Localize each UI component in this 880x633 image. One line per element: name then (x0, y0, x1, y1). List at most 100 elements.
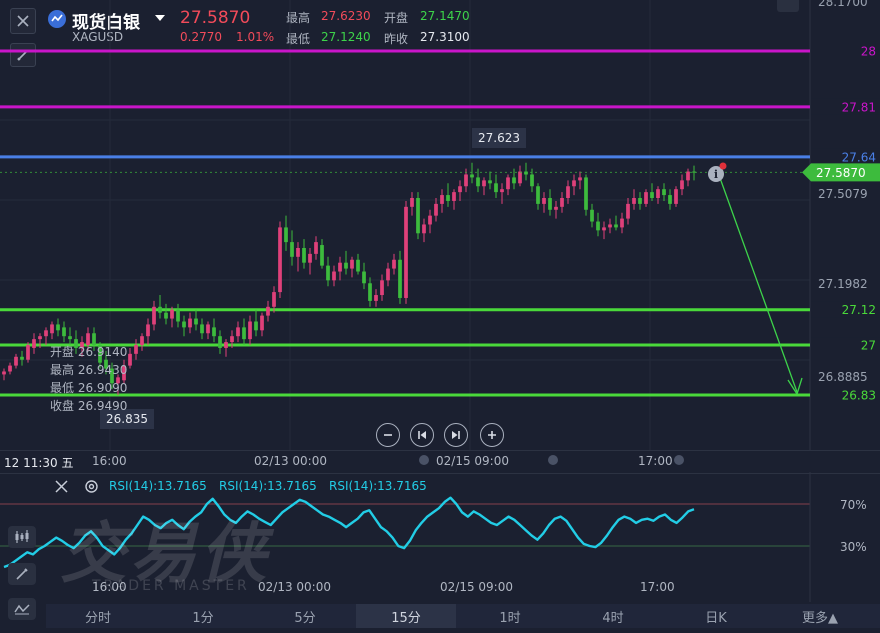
candle-body (530, 174, 534, 187)
candle-body (338, 262, 342, 272)
candle-body (602, 227, 606, 231)
candle-body (518, 171, 522, 184)
candle-body (608, 224, 612, 228)
candle-body (254, 321, 258, 331)
rsi-upper-label: 70% (840, 498, 867, 512)
candle-body (200, 324, 204, 334)
pencil-icon (16, 568, 28, 580)
candle-body (212, 327, 216, 337)
candle-body (440, 195, 444, 204)
candle-body (44, 330, 48, 337)
candle-body (158, 306, 162, 313)
price-axis-label: 28.1700 (818, 0, 868, 9)
candle-body (8, 365, 12, 372)
candle-body (128, 353, 132, 366)
current-price-tag-label: 27.5870 (816, 166, 866, 180)
candle-body (272, 292, 276, 307)
candle-body (392, 259, 396, 269)
minus-icon (384, 434, 392, 436)
candle-body (218, 336, 222, 348)
scroll-end-button[interactable] (444, 423, 468, 447)
price-axis-label: 27.5079 (818, 187, 868, 201)
rsi-close-button[interactable] (52, 477, 70, 495)
candle-body (500, 189, 504, 193)
candle-body (314, 242, 318, 254)
timeframe-tab[interactable]: 5分 (255, 604, 355, 628)
candle-body (182, 321, 186, 328)
candle-body (296, 247, 300, 257)
timeframe-tab[interactable]: 更多▲ (770, 604, 870, 628)
plus-icon (488, 431, 496, 439)
timeframe-tab[interactable]: 15分 (356, 604, 456, 628)
candle-body (560, 198, 564, 207)
candle-body (536, 186, 540, 204)
candle-body (152, 306, 156, 325)
candle-body (320, 245, 324, 266)
candle-body (476, 177, 480, 187)
candle-body (290, 242, 294, 257)
candle-body (434, 203, 438, 216)
zoom-out-button[interactable] (376, 423, 400, 447)
level-tag-label: 27.81 (842, 100, 876, 114)
candle-body (284, 227, 288, 243)
rsi-lower-label: 30% (840, 540, 867, 554)
time-label: 02/15 09:00 (436, 454, 509, 468)
candle-body (32, 339, 36, 348)
settings-icon (84, 479, 98, 493)
candle-body (572, 180, 576, 187)
level-tag-label: 27.12 (842, 303, 876, 317)
candle-body (62, 327, 66, 337)
candle-body (260, 315, 264, 331)
skip-back-icon (418, 431, 426, 439)
timeframe-tab[interactable]: 分时 (48, 604, 148, 628)
time-marker-dot (548, 455, 558, 465)
rsi-label: RSI(14):13.7165 (219, 479, 317, 493)
candle-body (464, 174, 468, 187)
candle-body (446, 195, 450, 201)
ohlc-readout-row: 收盘 26.9490 (50, 398, 127, 413)
candle-body (278, 227, 282, 293)
candle-body (140, 336, 144, 346)
candle-body (242, 327, 246, 340)
draw-button[interactable] (8, 563, 36, 585)
candle-body (512, 177, 516, 184)
candle-body (326, 265, 330, 281)
candle-body (248, 321, 252, 340)
wave-icon (14, 604, 30, 615)
candle-body (38, 336, 42, 340)
candle-body (488, 180, 492, 184)
watermark-en: TRADER MASTER (92, 578, 250, 594)
timeframe-tab[interactable]: 日K (666, 604, 766, 628)
candle-body (554, 206, 558, 210)
timeframe-tab[interactable]: 1分 (153, 604, 253, 628)
candle-body (596, 221, 600, 231)
rsi-settings-button[interactable] (82, 477, 100, 495)
info-marker-glyph: i (714, 168, 718, 181)
candles-icon (15, 530, 29, 543)
candle-body (20, 356, 24, 360)
indicator-button[interactable] (8, 526, 36, 548)
ohlc-readout-row: 最高 26.9430 (50, 362, 127, 377)
zoom-in-button[interactable] (480, 423, 504, 447)
candle-body (362, 271, 366, 284)
time-label: 02/13 00:00 (254, 454, 327, 468)
candle-body (236, 327, 240, 337)
candle-body (680, 180, 684, 190)
candle-body (644, 192, 648, 204)
candle-body (368, 283, 372, 301)
candlestick-chart[interactable]: 28.1700 27.5079 27.1982 26.8885 28 27.81 27.64… (0, 0, 880, 450)
candle-body (206, 324, 210, 334)
candle-body (266, 306, 270, 316)
candle-body (224, 342, 228, 348)
scroll-start-button[interactable] (410, 423, 434, 447)
candle-body (590, 209, 594, 222)
candle-body (662, 189, 666, 196)
timeframe-tab[interactable]: 4时 (563, 604, 663, 628)
line-chart-button[interactable] (8, 598, 36, 620)
timeframe-tab[interactable]: 1时 (460, 604, 560, 628)
ohlc-readout-row: 开盘 26.9140 (50, 344, 127, 359)
candle-body (548, 198, 552, 210)
candle-body (668, 195, 672, 204)
candle-body (386, 268, 390, 281)
candle-body (176, 309, 180, 322)
